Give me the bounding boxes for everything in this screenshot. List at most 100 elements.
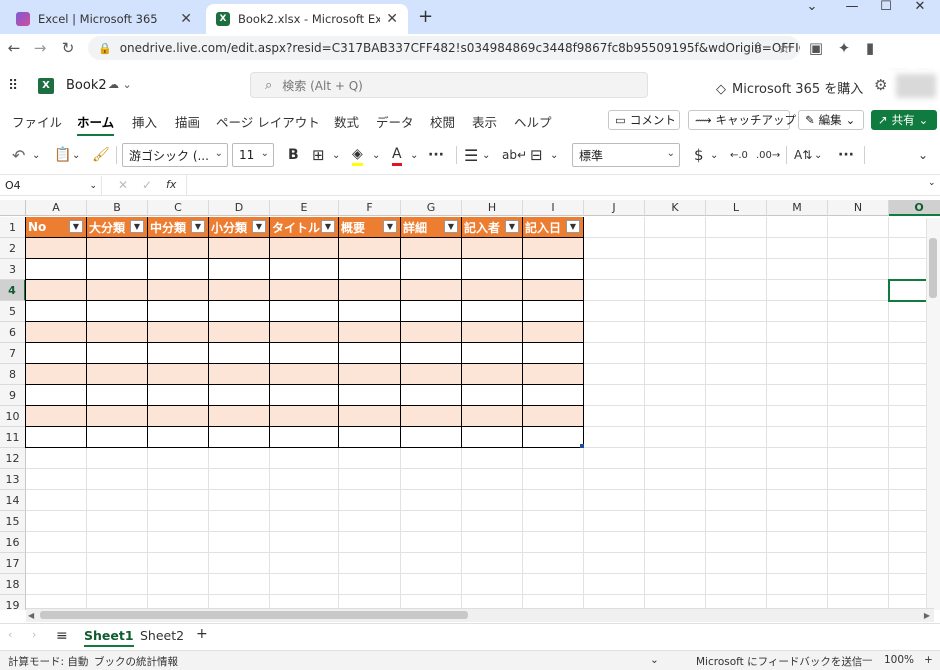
- column-header-h[interactable]: H: [462, 200, 523, 216]
- table-cell[interactable]: [523, 343, 584, 364]
- column-header-o[interactable]: O: [889, 200, 940, 216]
- table-cell[interactable]: [148, 280, 209, 301]
- table-cell[interactable]: [462, 406, 523, 427]
- table-cell[interactable]: [209, 301, 270, 322]
- table-cell[interactable]: [462, 364, 523, 385]
- bold-button[interactable]: B: [288, 144, 299, 166]
- browser-tab-excel-home[interactable]: Excel | Microsoft 365 ✕: [6, 4, 202, 34]
- align-icon[interactable]: ☰: [464, 144, 478, 166]
- filter-dropdown-icon[interactable]: ▼: [566, 220, 580, 233]
- table-cell[interactable]: [209, 427, 270, 448]
- borders-icon[interactable]: ⊞: [312, 144, 325, 166]
- row-header-14[interactable]: 14: [0, 490, 26, 511]
- table-cell[interactable]: [462, 280, 523, 301]
- table-cell[interactable]: [209, 280, 270, 301]
- row-header-9[interactable]: 9: [0, 385, 26, 406]
- row-header-4[interactable]: 4: [0, 280, 26, 301]
- column-header-f[interactable]: F: [339, 200, 401, 216]
- tab-view[interactable]: 表示: [472, 112, 497, 131]
- table-cell[interactable]: [401, 406, 462, 427]
- sort-filter-icon[interactable]: A⇅: [794, 144, 812, 166]
- row-header-19[interactable]: 19: [0, 595, 26, 610]
- table-cell[interactable]: [87, 406, 148, 427]
- font-size-dropdown[interactable]: 11 ⌄: [232, 143, 274, 167]
- filter-dropdown-icon[interactable]: ▼: [191, 220, 205, 233]
- row-header-13[interactable]: 13: [0, 469, 26, 490]
- scroll-left-icon[interactable]: ◀: [28, 611, 34, 620]
- table-cell[interactable]: [523, 385, 584, 406]
- buy-microsoft-365-link[interactable]: ◇ Microsoft 365 を購入: [716, 78, 863, 97]
- sheet-tab-sheet1[interactable]: Sheet1: [84, 628, 134, 647]
- formula-input[interactable]: [186, 175, 926, 195]
- table-cell[interactable]: [26, 301, 87, 322]
- scroll-right-icon[interactable]: ▶: [924, 611, 930, 620]
- table-cell[interactable]: [26, 385, 87, 406]
- column-header-g[interactable]: G: [401, 200, 462, 216]
- table-cell[interactable]: [87, 385, 148, 406]
- select-all-corner[interactable]: [0, 200, 26, 216]
- expand-formula-icon[interactable]: ⌄: [928, 178, 936, 188]
- table-cell[interactable]: [339, 385, 401, 406]
- table-header-cell[interactable]: 中分類 ▼: [148, 217, 209, 238]
- table-cell[interactable]: [87, 259, 148, 280]
- confirm-entry-icon[interactable]: ✓: [142, 178, 152, 192]
- row-header-11[interactable]: 11: [0, 427, 26, 448]
- table-cell[interactable]: [26, 280, 87, 301]
- tab-help[interactable]: ヘルプ: [514, 112, 552, 131]
- tab-formulas[interactable]: 数式: [334, 112, 359, 131]
- filter-dropdown-icon[interactable]: ▼: [505, 220, 519, 233]
- table-cell[interactable]: [209, 406, 270, 427]
- table-cell[interactable]: [87, 343, 148, 364]
- row-header-5[interactable]: 5: [0, 301, 26, 322]
- zoom-in-button[interactable]: +: [924, 654, 933, 666]
- browser-tab-book2[interactable]: X Book2.xlsx - Microsoft Excel Onli ✕: [206, 4, 408, 34]
- vertical-scroll-thumb[interactable]: [929, 238, 937, 298]
- format-painter-icon[interactable]: 🖌: [92, 144, 110, 166]
- table-header-cell[interactable]: 大分類 ▼: [87, 217, 148, 238]
- increase-decimal-icon[interactable]: .00→: [756, 144, 780, 166]
- row-header-3[interactable]: 3: [0, 259, 26, 280]
- table-cell[interactable]: [26, 259, 87, 280]
- reload-icon[interactable]: ↻: [58, 38, 78, 58]
- column-header-a[interactable]: A: [26, 200, 87, 216]
- column-header-n[interactable]: N: [828, 200, 889, 216]
- table-cell[interactable]: [270, 385, 339, 406]
- table-cell[interactable]: [462, 301, 523, 322]
- table-cell[interactable]: [523, 406, 584, 427]
- table-cell[interactable]: [339, 301, 401, 322]
- catchup-button[interactable]: ⟿ キャッチアップ: [688, 110, 796, 130]
- table-cell[interactable]: [339, 427, 401, 448]
- sheet-tab-sheet2[interactable]: Sheet2: [140, 628, 184, 643]
- row-header-1[interactable]: 1: [0, 217, 26, 238]
- table-header-cell[interactable]: 概要 ▼: [339, 217, 401, 238]
- table-cell[interactable]: [401, 343, 462, 364]
- horizontal-scroll-thumb[interactable]: [40, 611, 468, 619]
- table-cell[interactable]: [339, 280, 401, 301]
- edit-mode-button[interactable]: ✎ 編集 ⌄: [798, 110, 864, 130]
- table-cell[interactable]: [26, 364, 87, 385]
- status-chevron-icon[interactable]: ⌄: [650, 654, 659, 666]
- forward-icon[interactable]: →: [30, 38, 50, 58]
- paste-icon[interactable]: 📋: [54, 144, 71, 166]
- table-cell[interactable]: [523, 364, 584, 385]
- row-header-8[interactable]: 8: [0, 364, 26, 385]
- sort-filter-dropdown-icon[interactable]: ⌄: [814, 144, 822, 166]
- zoom-level[interactable]: 100%: [884, 654, 914, 666]
- share-button[interactable]: ↗ 共有 ⌄: [871, 110, 937, 130]
- currency-dropdown-icon[interactable]: ⌄: [710, 144, 718, 166]
- table-cell[interactable]: [148, 322, 209, 343]
- settings-gear-icon[interactable]: ⚙: [874, 76, 887, 94]
- vertical-scrollbar[interactable]: [926, 218, 940, 610]
- merge-center-icon[interactable]: ⊟: [530, 144, 543, 166]
- filter-dropdown-icon[interactable]: ▼: [383, 220, 397, 233]
- column-header-c[interactable]: C: [148, 200, 209, 216]
- table-cell[interactable]: [148, 301, 209, 322]
- paste-dropdown-icon[interactable]: ⌄: [72, 144, 80, 166]
- url-field[interactable]: 🔒 onedrive.live.com/edit.aspx?resid=C317…: [88, 36, 800, 60]
- table-cell[interactable]: [148, 406, 209, 427]
- table-cell[interactable]: [26, 343, 87, 364]
- calc-mode[interactable]: 計算モード: 自動: [8, 654, 88, 669]
- table-cell[interactable]: [462, 343, 523, 364]
- table-cell[interactable]: [339, 406, 401, 427]
- table-cell[interactable]: [339, 364, 401, 385]
